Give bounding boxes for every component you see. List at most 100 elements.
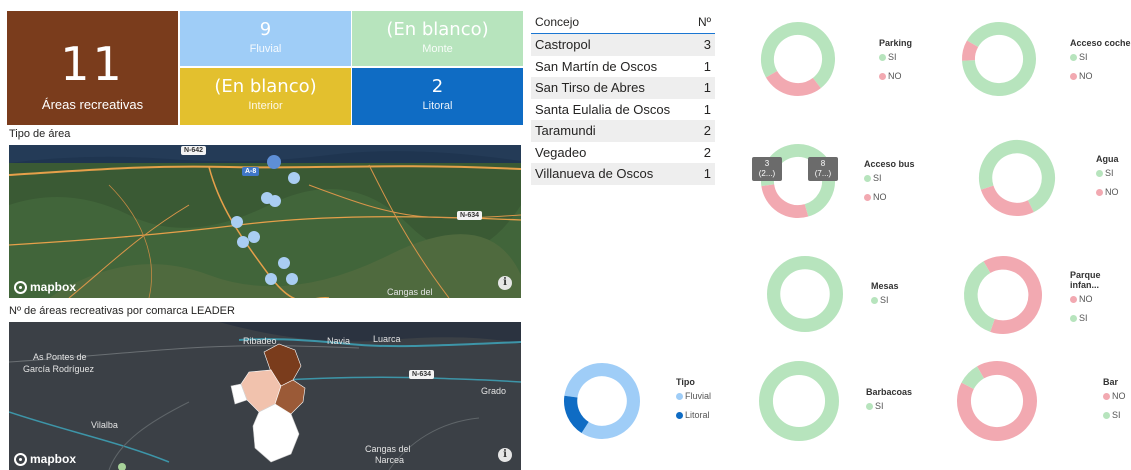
legend-dot-si <box>864 174 871 182</box>
map-point[interactable] <box>237 236 249 248</box>
map-place-vilalba: Vilalba <box>91 420 118 430</box>
legend-acceso-coche: Acceso coche SI NO <box>1070 38 1131 90</box>
road-a8: A-8 <box>242 167 260 176</box>
map-tipo-terrain <box>9 145 521 298</box>
donut-parque-infantil[interactable] <box>963 255 1043 335</box>
table-row[interactable]: Castropol 3 <box>531 34 715 56</box>
legend-label: NO <box>1079 71 1093 81</box>
legend-title: Parking <box>879 38 913 48</box>
map-leader[interactable]: As Pontes de García Rodríguez Ribadeo Na… <box>9 322 521 470</box>
kpi-fluvial-label: Fluvial <box>249 43 282 55</box>
donut-slice-no[interactable] <box>983 256 1042 334</box>
table-row[interactable]: San Martín de Oscos 1 <box>531 56 715 78</box>
legend-item-no[interactable]: NO <box>1070 71 1131 81</box>
kpi-litoral[interactable]: 2 Litoral <box>352 68 523 125</box>
legend-title: Parque infan... <box>1070 270 1101 290</box>
table-row[interactable]: Villanueva de Oscos 1 <box>531 163 715 185</box>
donut-mesas[interactable] <box>766 255 844 333</box>
legend-item-si[interactable]: SI <box>1103 410 1126 420</box>
legend-agua: Agua SI NO <box>1096 154 1119 206</box>
legend-item-litoral[interactable]: Litoral <box>676 410 711 420</box>
mapbox-logo[interactable]: mapbox <box>14 280 76 294</box>
map-point[interactable] <box>269 195 281 207</box>
header-concejo[interactable]: Concejo <box>535 15 579 29</box>
legend-label: SI <box>1112 410 1121 420</box>
legend-item-no[interactable]: NO <box>864 192 915 202</box>
map-point[interactable] <box>278 257 290 269</box>
donut-acceso-bus[interactable] <box>760 143 836 219</box>
cell-count: 2 <box>703 144 711 160</box>
legend-label: SI <box>1079 313 1088 323</box>
legend-item-si[interactable]: SI <box>1070 52 1131 62</box>
table-row[interactable]: Santa Eulalia de Oscos 1 <box>531 99 715 121</box>
map-point[interactable] <box>286 273 298 285</box>
map-place-garcia: García Rodríguez <box>23 364 95 374</box>
donut-slice-litoral[interactable] <box>564 395 590 434</box>
donut-slice-si[interactable] <box>759 361 839 441</box>
donut-barbacoas[interactable] <box>758 360 840 442</box>
legend-label: SI <box>875 401 884 411</box>
legend-item-no[interactable]: NO <box>1070 294 1131 304</box>
map-point[interactable] <box>265 273 277 285</box>
legend-item-si[interactable]: SI <box>1070 313 1131 323</box>
legend-item-no[interactable]: NO <box>1096 187 1119 197</box>
map-place-cangas-2: Narcea <box>375 455 405 465</box>
donut-parking[interactable] <box>760 21 836 97</box>
kpi-fluvial[interactable]: 9 Fluvial <box>180 11 351 66</box>
donut-slice-si[interactable] <box>964 261 996 332</box>
legend-item-si[interactable]: SI <box>871 295 899 305</box>
table-row[interactable]: San Tirso de Abres 1 <box>531 77 715 99</box>
kpi-total-label: Áreas recreativas <box>41 97 144 112</box>
table-row[interactable]: Vegadeo 2 <box>531 142 715 164</box>
donut-slice-no[interactable] <box>980 185 1034 216</box>
kpi-total-areas[interactable]: 11 Áreas recreativas <box>7 11 178 125</box>
legend-dot-si <box>1096 169 1103 177</box>
donut-tipo[interactable] <box>563 362 641 440</box>
concejo-table[interactable]: Concejo Nº Castropol 3 San Martín de Osco… <box>531 11 715 185</box>
map-point[interactable] <box>248 231 260 243</box>
donut-agua[interactable] <box>978 139 1056 217</box>
cell-concejo: Villanueva de Oscos <box>535 166 654 181</box>
tooltip-acceso-bus-si: 8 (7...) <box>808 157 838 181</box>
header-count[interactable]: Nº <box>698 15 711 29</box>
tooltip-no-count: 3 <box>764 159 770 168</box>
donut-slice-si[interactable] <box>961 366 985 390</box>
donut-slice-no[interactable] <box>765 70 821 96</box>
table-row[interactable]: Taramundi 2 <box>531 120 715 142</box>
kpi-interior[interactable]: (En blanco) Interior <box>180 68 351 125</box>
road-n634: N-634 <box>409 370 435 379</box>
legend-dot-si <box>1070 314 1077 322</box>
legend-item-no[interactable]: NO <box>1103 391 1126 401</box>
map-info-icon[interactable]: i <box>498 448 512 462</box>
donut-bar[interactable] <box>956 360 1038 442</box>
road-n634: N-634 <box>457 211 483 220</box>
legend-item-si[interactable]: SI <box>864 173 915 183</box>
map-info-icon[interactable]: i <box>498 276 512 290</box>
map-point[interactable] <box>231 216 243 228</box>
mapbox-logo[interactable]: mapbox <box>14 452 76 466</box>
donut-slice-si[interactable] <box>766 255 844 333</box>
kpi-monte[interactable]: (En blanco) Monte <box>352 11 523 66</box>
legend-label: Fluvial <box>685 391 712 401</box>
legend-item-si[interactable]: SI <box>866 401 912 411</box>
cell-concejo: Vegadeo <box>535 144 587 160</box>
map-point[interactable] <box>288 172 300 184</box>
legend-title: Acceso bus <box>864 159 915 169</box>
legend-item-si[interactable]: SI <box>1096 168 1119 178</box>
map-point-litoral[interactable] <box>267 155 281 169</box>
donut-slice-si[interactable] <box>962 22 1036 96</box>
legend-label: SI <box>880 295 889 305</box>
donut-acceso-coche[interactable] <box>961 21 1037 97</box>
kpi-interior-label: Interior <box>248 100 283 112</box>
kpi-fluvial-value: 9 <box>259 19 272 40</box>
donut-slice-no[interactable] <box>962 40 979 61</box>
legend-item-fluvial[interactable]: Fluvial <box>676 391 711 401</box>
legend-label: NO <box>888 71 902 81</box>
donut-slice-no[interactable] <box>761 183 809 218</box>
mapbox-logo-text: mapbox <box>30 280 77 294</box>
legend-label: NO <box>1105 187 1119 197</box>
cell-concejo: Castropol <box>535 37 591 52</box>
legend-item-si[interactable]: SI <box>879 52 912 62</box>
legend-item-no[interactable]: NO <box>879 71 912 81</box>
map-tipo-area[interactable]: N-642 A-8 N-634 Cangas del mapbox i <box>9 145 521 298</box>
